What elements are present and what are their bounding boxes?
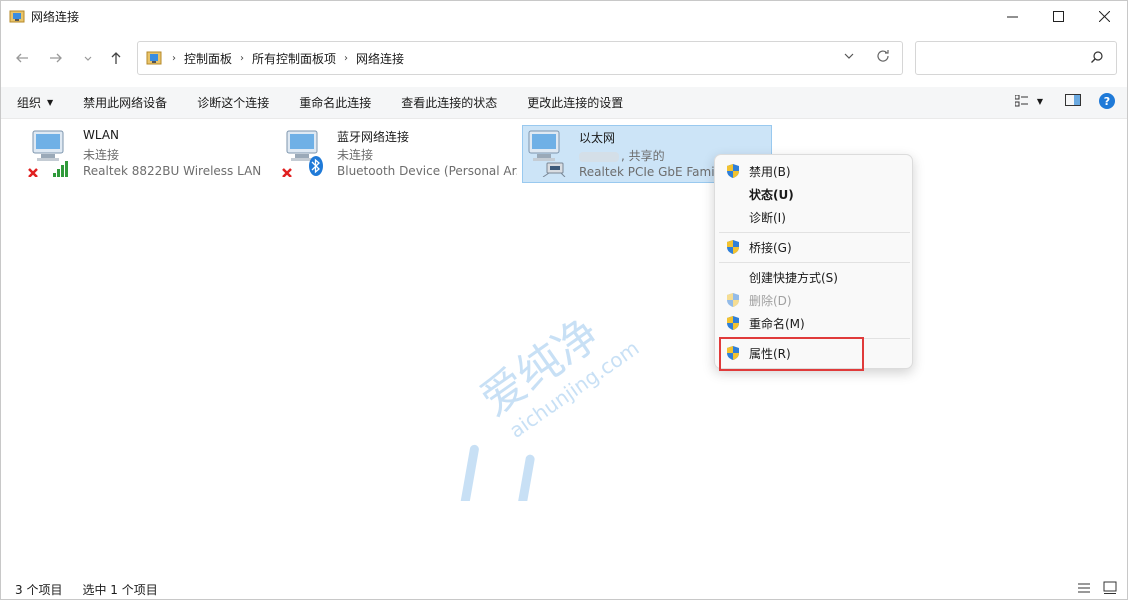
wireless-network-icon xyxy=(27,129,69,178)
menu-item-label: 禁用(B) xyxy=(749,164,791,179)
control-panel-icon xyxy=(146,50,162,66)
menu-item-disable[interactable]: 禁用(B) xyxy=(715,160,912,182)
address-row: › 控制面板 › 所有控制面板项 › 网络连接 xyxy=(1,39,1127,77)
large-icons-view-button[interactable] xyxy=(1103,581,1117,598)
title-bar: 网络连接 xyxy=(1,1,1127,31)
uac-shield-icon xyxy=(727,240,739,254)
watermark-logo: 爱纯净 aichunjing.com xyxy=(396,301,656,520)
breadcrumb-all-items[interactable]: 所有控制面板项 xyxy=(252,50,336,67)
breadcrumb-separator: › xyxy=(172,52,176,64)
details-view-button[interactable] xyxy=(1077,581,1091,598)
uac-shield-icon xyxy=(727,293,739,307)
organize-menu-button[interactable]: 组织 ▼ xyxy=(17,94,53,111)
status-bar: 3 个项目 选中 1 个项目 xyxy=(1,577,1127,600)
search-box[interactable] xyxy=(915,41,1117,75)
caret-down-icon: ▼ xyxy=(1036,96,1043,106)
maximize-icon xyxy=(1052,10,1064,22)
menu-item-label: 诊断(I) xyxy=(749,210,786,225)
connection-status: , 共享的 xyxy=(621,149,665,163)
details-view-icon xyxy=(1078,583,1090,593)
disable-device-label: 禁用此网络设备 xyxy=(83,96,168,110)
network-connections-window: 网络连接 › 控制面板 › 所有控制面板项 › 网络连接 组织 ▼ 禁用此网络设… xyxy=(0,0,1128,600)
item-count: 3 个项目 xyxy=(15,582,63,597)
menu-item-delete: 删除(D) xyxy=(715,289,912,311)
window-title: 网络连接 xyxy=(31,9,80,24)
minimize-button[interactable] xyxy=(989,1,1035,31)
menu-item-bridge[interactable]: 桥接(G) xyxy=(715,236,912,258)
connection-device: Bluetooth Device (Personal Ar... xyxy=(337,164,517,178)
connection-name: 以太网 xyxy=(579,131,616,145)
menu-item-label: 重命名(M) xyxy=(749,316,805,331)
organize-label: 组织 xyxy=(17,96,42,110)
view-options-button[interactable]: ▼ xyxy=(1014,95,1043,107)
chevron-down-icon xyxy=(844,53,854,59)
menu-separator xyxy=(719,232,910,233)
watermark-url-text: aichunjing.com xyxy=(505,336,644,443)
menu-item-rename[interactable]: 重命名(M) xyxy=(715,312,912,334)
connection-name: 蓝牙网络连接 xyxy=(337,130,410,144)
menu-item-label: 创建快捷方式(S) xyxy=(749,270,838,285)
connection-status: 未连接 xyxy=(83,148,120,162)
menu-item-status[interactable]: 状态(U) xyxy=(715,183,912,205)
chevron-down-icon xyxy=(84,56,92,61)
connection-name: WLAN xyxy=(83,128,120,142)
diagnose-button[interactable]: 诊断这个连接 xyxy=(197,94,269,111)
breadcrumb-separator[interactable]: › xyxy=(240,53,244,64)
menu-item-label: 状态(U) xyxy=(749,187,794,202)
connection-status: 未连接 xyxy=(337,148,374,162)
forward-button[interactable] xyxy=(45,47,67,69)
minimize-icon xyxy=(1006,16,1018,17)
refresh-button[interactable] xyxy=(876,49,890,67)
rename-label: 重命名此连接 xyxy=(299,96,372,110)
recent-locations-button[interactable] xyxy=(77,47,99,69)
view-status-button[interactable]: 查看此连接的状态 xyxy=(401,94,497,111)
close-button[interactable] xyxy=(1081,1,1127,31)
connection-item-wlan[interactable]: WLAN 未连接 Realtek 8822BU Wireless LAN ... xyxy=(13,125,263,183)
menu-item-label: 删除(D) xyxy=(749,293,792,308)
breadcrumb-network-connections[interactable]: 网络连接 xyxy=(356,50,404,67)
view-status-label: 查看此连接的状态 xyxy=(401,96,498,110)
maximize-button[interactable] xyxy=(1035,1,1081,31)
connection-item-bluetooth[interactable]: 蓝牙网络连接 未连接 Bluetooth Device (Personal Ar… xyxy=(267,125,517,183)
help-icon[interactable]: ? xyxy=(1099,93,1115,109)
arrow-right-icon xyxy=(50,53,62,63)
selected-count: 选中 1 个项目 xyxy=(82,582,158,597)
search-icon xyxy=(1090,50,1104,64)
menu-item-label: 桥接(G) xyxy=(749,240,792,255)
uac-shield-icon xyxy=(727,164,739,178)
preview-pane-button[interactable] xyxy=(1065,93,1081,109)
ethernet-network-icon xyxy=(525,129,567,178)
caret-down-icon: ▼ xyxy=(47,98,54,107)
rename-connection-button[interactable]: 重命名此连接 xyxy=(299,94,371,111)
large-icons-view-icon xyxy=(1103,581,1117,594)
preview-pane-icon xyxy=(1065,93,1081,106)
up-button[interactable] xyxy=(105,47,127,69)
redacted-network-name xyxy=(579,151,619,162)
connection-status-row: , 共享的 xyxy=(579,147,665,164)
connection-device: Realtek 8822BU Wireless LAN ... xyxy=(83,164,263,178)
command-bar: 组织 ▼ 禁用此网络设备 诊断这个连接 重命名此连接 查看此连接的状态 更改此连… xyxy=(1,87,1127,119)
menu-separator xyxy=(719,262,910,263)
back-button[interactable] xyxy=(11,47,33,69)
close-icon xyxy=(1098,10,1110,22)
address-bar[interactable]: › 控制面板 › 所有控制面板项 › 网络连接 xyxy=(137,41,903,75)
watermark-cn-text: 爱纯净 xyxy=(472,309,609,426)
network-folder-icon xyxy=(9,8,25,24)
refresh-icon xyxy=(877,50,889,62)
breadcrumb-separator[interactable]: › xyxy=(344,53,348,64)
diagnose-label: 诊断这个连接 xyxy=(197,96,270,110)
disable-device-button[interactable]: 禁用此网络设备 xyxy=(83,94,167,111)
change-settings-label: 更改此连接的设置 xyxy=(527,96,624,110)
view-list-icon xyxy=(1014,95,1028,107)
address-dropdown-button[interactable] xyxy=(844,51,854,64)
bluetooth-network-icon xyxy=(281,129,323,178)
arrow-left-icon xyxy=(16,53,28,63)
uac-shield-icon xyxy=(727,316,739,330)
properties-highlight-box xyxy=(719,337,864,371)
arrow-up-icon xyxy=(111,52,121,64)
menu-item-diagnose[interactable]: 诊断(I) xyxy=(715,206,912,228)
menu-item-create-shortcut[interactable]: 创建快捷方式(S) xyxy=(715,266,912,288)
breadcrumb-control-panel[interactable]: 控制面板 xyxy=(184,50,232,67)
change-settings-button[interactable]: 更改此连接的设置 xyxy=(527,94,623,111)
